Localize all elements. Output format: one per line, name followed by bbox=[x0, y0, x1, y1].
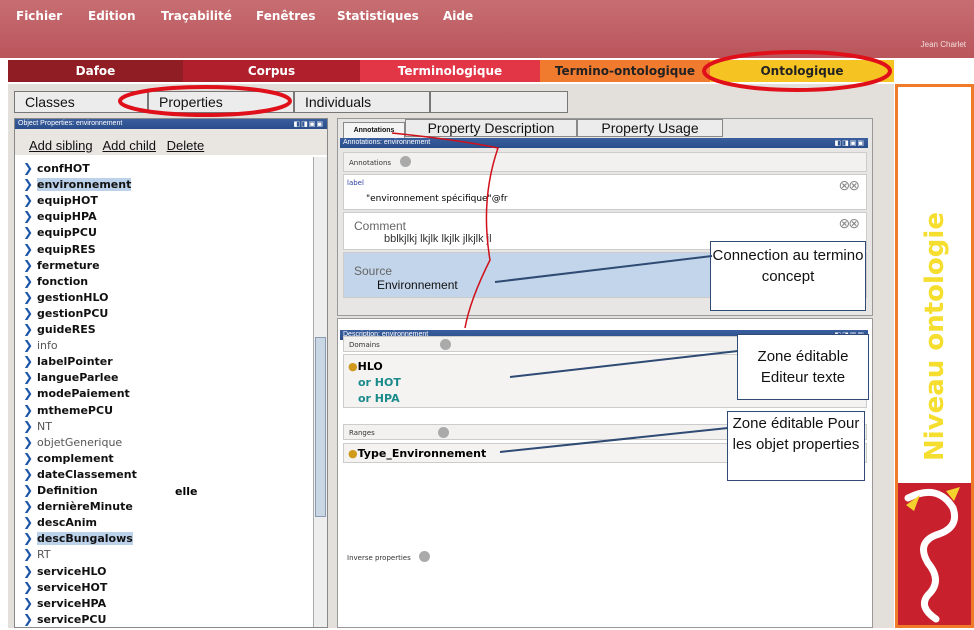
callout-pointer bbox=[494, 255, 713, 283]
link-line bbox=[391, 132, 499, 329]
callout-pointer bbox=[509, 350, 739, 378]
annotation-overlay bbox=[118, 50, 892, 453]
callout-pointer bbox=[499, 427, 729, 453]
highlight-ontologique bbox=[702, 50, 892, 92]
highlight-properties bbox=[118, 85, 292, 117]
